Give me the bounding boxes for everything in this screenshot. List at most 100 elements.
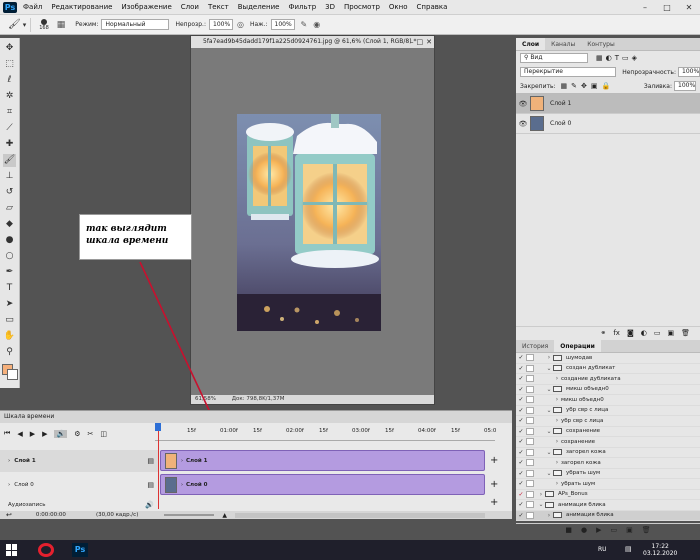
action-item[interactable]: ✓ ⌄ загорел кожа xyxy=(516,448,700,458)
zoom-in-icon[interactable]: ▲ xyxy=(222,512,227,519)
audio-icon[interactable]: 🔊 xyxy=(54,429,68,438)
track-header-sloi-0[interactable]: › Слой 0 ▤ xyxy=(0,474,158,496)
horizontal-scrollbar[interactable] xyxy=(234,512,485,518)
tab-paths[interactable]: Контуры xyxy=(581,38,620,50)
check-icon[interactable]: ✓ xyxy=(516,512,526,519)
track-header-sloi-1[interactable]: › Слой 1 ▤ xyxy=(0,450,158,472)
check-icon[interactable]: ✓ xyxy=(516,501,526,508)
airbrush-icon[interactable]: ✎ xyxy=(301,20,308,29)
settings-gear-icon[interactable]: ⚙ xyxy=(74,430,80,438)
chevron-right-icon[interactable]: › xyxy=(545,512,553,519)
check-icon[interactable]: ✓ xyxy=(516,491,526,498)
dialog-toggle[interactable] xyxy=(526,480,534,488)
action-item[interactable]: ✓ › микш объедн0 xyxy=(516,395,700,406)
magic-wand-tool-icon[interactable]: ✲ xyxy=(3,90,16,103)
prev-frame-icon[interactable]: ◀ xyxy=(17,430,22,438)
check-icon[interactable]: ✓ xyxy=(516,480,526,487)
doc-close-button[interactable]: ✕ xyxy=(426,36,432,48)
layer-kind-filter[interactable]: ⚲ Вид xyxy=(520,53,588,63)
document-title[interactable]: 5fa7ead9b45dadd179f1a225d0924761.jpg @ 6… xyxy=(191,36,434,48)
doc-maximize-button[interactable]: □ xyxy=(417,36,424,48)
photoshop-taskbar-icon[interactable]: Ps xyxy=(72,543,88,557)
menu-type[interactable]: Текст xyxy=(208,3,229,11)
add-audio-button[interactable]: + xyxy=(490,497,498,508)
eye-icon[interactable]: 👁 xyxy=(516,120,530,128)
pen-tool-icon[interactable]: ✒ xyxy=(3,266,16,279)
brush-panel-icon[interactable]: ▦ xyxy=(57,20,66,30)
menu-file[interactable]: Файл xyxy=(23,3,42,11)
lasso-tool-icon[interactable]: ℓ xyxy=(3,74,16,87)
check-icon[interactable]: ✓ xyxy=(516,396,526,403)
menu-image[interactable]: Изображение xyxy=(121,3,171,11)
speaker-icon[interactable]: 🔊 xyxy=(145,501,154,509)
type-tool-icon[interactable]: T xyxy=(3,282,16,295)
delete-layer-icon[interactable]: 🗑 xyxy=(681,329,690,337)
dialog-toggle[interactable] xyxy=(526,490,534,498)
audio-track-header[interactable]: Аудиозапись 🔊 xyxy=(0,499,158,511)
chevron-down-icon[interactable]: ⌄ xyxy=(545,407,553,414)
move-tool-icon[interactable]: ✥ xyxy=(3,42,16,55)
document-canvas[interactable] xyxy=(191,48,434,395)
dialog-toggle[interactable] xyxy=(526,385,534,393)
dodge-tool-icon[interactable]: ○ xyxy=(3,250,16,263)
link-layers-icon[interactable]: ⚭ xyxy=(600,329,606,337)
action-item[interactable]: ✓ › убр свр с лица xyxy=(516,416,700,427)
film-icon[interactable]: ▤ xyxy=(147,481,154,489)
track-clip-sloi-1[interactable]: › Слой 1 xyxy=(160,450,485,471)
convert-icon[interactable]: ↩ xyxy=(6,511,12,519)
dialog-toggle[interactable] xyxy=(526,448,534,456)
brush-tool-icon[interactable]: 🖌 xyxy=(8,19,21,30)
chevron-down-icon[interactable]: ⌄ xyxy=(545,386,553,393)
dialog-toggle[interactable] xyxy=(526,459,534,467)
mode-select[interactable]: Нормальный xyxy=(101,19,170,30)
tab-layers[interactable]: Слои xyxy=(516,38,546,50)
action-item[interactable]: ✓ ⌄ создан дубликат xyxy=(516,364,700,374)
timeline-title[interactable]: Шкала времени xyxy=(0,411,512,423)
menu-edit[interactable]: Редактирование xyxy=(51,3,112,11)
action-item[interactable]: ✓ › анимация блика xyxy=(516,510,700,521)
healing-tool-icon[interactable]: ✚ xyxy=(3,138,16,151)
tab-channels[interactable]: Каналы xyxy=(545,38,581,50)
lock-icons[interactable]: ▦✎✥▣🔒 xyxy=(561,82,615,90)
action-item[interactable]: ✓ ⌄ убрать шум xyxy=(516,469,700,479)
play-icon[interactable]: ▶ xyxy=(596,526,601,534)
action-item[interactable]: ✓ › загорел кожа xyxy=(516,458,700,469)
rectangle-tool-icon[interactable]: ▭ xyxy=(3,314,16,327)
dialog-toggle[interactable] xyxy=(526,406,534,414)
language-indicator[interactable]: RU xyxy=(598,546,607,553)
blend-mode-select[interactable]: Перекрытие xyxy=(520,67,617,77)
eye-icon[interactable]: 👁 xyxy=(516,100,530,108)
marquee-tool-icon[interactable]: ⬚ xyxy=(3,58,16,71)
menu-3d[interactable]: 3D xyxy=(325,3,335,11)
pressure-opacity-icon[interactable]: ◎ xyxy=(237,20,244,29)
blur-tool-icon[interactable]: ● xyxy=(3,234,16,247)
background-color-swatch[interactable] xyxy=(7,369,18,380)
menu-filter[interactable]: Фильтр xyxy=(288,3,316,11)
split-icon[interactable]: ✂ xyxy=(87,430,93,438)
menu-select[interactable]: Выделение xyxy=(238,3,280,11)
action-item[interactable]: ✓ › убрать шум xyxy=(516,479,700,490)
minimize-button[interactable]: – xyxy=(634,0,656,15)
action-item[interactable]: ✓ › шумодав xyxy=(516,353,700,364)
eyedropper-tool-icon[interactable]: ⟋ xyxy=(3,122,16,135)
history-brush-tool-icon[interactable]: ↺ xyxy=(3,186,16,199)
maximize-button[interactable]: □ xyxy=(656,0,678,15)
dialog-toggle[interactable] xyxy=(526,511,534,519)
stop-recording-icon[interactable]: ■ xyxy=(565,526,572,534)
layer-style-icon[interactable]: fx xyxy=(613,329,620,337)
dialog-toggle[interactable] xyxy=(526,354,534,362)
chevron-down-icon[interactable]: ▾ xyxy=(23,21,27,29)
new-set-icon[interactable]: ▭ xyxy=(610,526,617,534)
check-icon[interactable]: ✓ xyxy=(516,470,526,477)
check-icon[interactable]: ✓ xyxy=(516,386,526,393)
zoom-tool-icon[interactable]: ⚲ xyxy=(3,346,16,359)
layer-mask-icon[interactable]: ◙ xyxy=(627,329,634,337)
action-item[interactable]: ✓ ⌄ сохранение xyxy=(516,427,700,437)
path-selection-tool-icon[interactable]: ➤ xyxy=(3,298,16,311)
hand-tool-icon[interactable]: ✋ xyxy=(3,330,16,343)
check-icon[interactable]: ✓ xyxy=(516,417,526,424)
chevron-right-icon[interactable]: › xyxy=(553,417,561,424)
dialog-toggle[interactable] xyxy=(526,438,534,446)
zoom-level[interactable]: 61,58% xyxy=(195,396,216,402)
chevron-right-icon[interactable]: › xyxy=(8,482,10,488)
